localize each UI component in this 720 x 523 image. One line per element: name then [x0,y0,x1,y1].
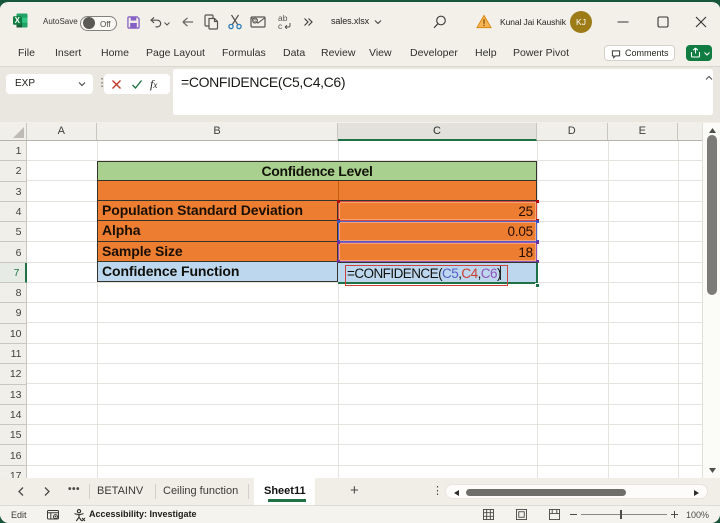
svg-text:@: @ [252,19,258,25]
svg-text:X: X [15,16,21,25]
